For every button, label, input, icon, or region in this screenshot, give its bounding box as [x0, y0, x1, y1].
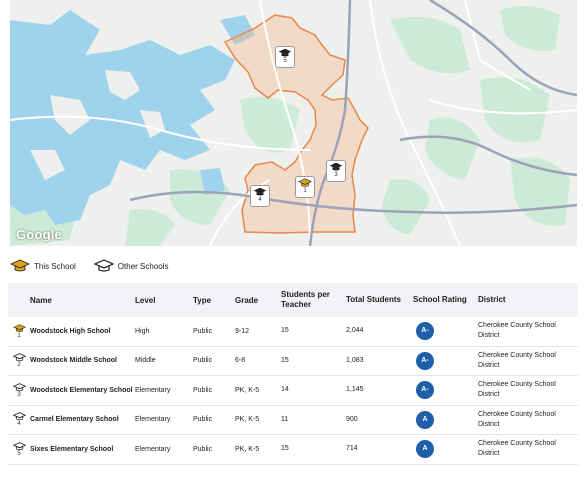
table-row[interactable]: 5 Sixes Elementary School Elementary Pub… — [8, 435, 578, 465]
school-grade: 6-8 — [235, 357, 246, 365]
school-name: Woodstock Elementary School — [30, 386, 133, 394]
map-legend: This School Other Schools — [10, 258, 187, 274]
rating-badge: A- — [416, 351, 434, 370]
total-students: 2,044 — [346, 327, 364, 335]
school-grade: PK, K-5 — [235, 386, 260, 394]
graduation-cap-icon — [12, 324, 26, 332]
header-level: Level — [135, 295, 156, 305]
students-per-teacher: 11 — [281, 415, 289, 423]
header-name: Name — [30, 295, 52, 305]
school-level: Elementary — [135, 445, 171, 453]
table-row[interactable]: 4 Carmel Elementary School Elementary Pu… — [8, 406, 578, 435]
header-school-rating: School Rating — [413, 295, 467, 304]
legend-other-schools: Other Schools — [93, 259, 169, 273]
total-students: 1,083 — [346, 356, 364, 364]
row-number: 5 — [17, 450, 21, 457]
map-marker-4[interactable]: 4 — [250, 185, 270, 207]
legend-label: Other Schools — [117, 261, 169, 271]
row-number: 3 — [17, 391, 21, 398]
school-district: Cherokee County School District — [478, 351, 556, 369]
school-type: Public — [193, 416, 213, 424]
school-level: Elementary — [135, 386, 171, 394]
school-type: Public — [193, 327, 213, 335]
rating-badge: A- — [416, 322, 434, 341]
students-per-teacher: 15 — [281, 356, 289, 364]
school-grade: PK, K-5 — [235, 416, 260, 424]
google-logo: Google — [16, 227, 62, 242]
map-marker-3[interactable]: 3 — [326, 160, 346, 182]
school-grade: PK, K-5 — [235, 445, 260, 453]
graduation-cap-icon — [93, 259, 114, 272]
table-row[interactable]: 3 Woodstock Elementary School Elementary… — [8, 376, 578, 406]
graduation-cap-icon — [329, 162, 343, 171]
total-students: 714 — [346, 445, 358, 453]
map-marker-1[interactable]: 1 — [295, 176, 315, 198]
school-level: Middle — [135, 357, 156, 365]
school-district: Cherokee County School District — [478, 322, 556, 340]
school-level: Elementary — [135, 416, 171, 424]
total-students: 1,145 — [346, 386, 364, 394]
row-number: 1 — [17, 332, 21, 339]
school-type: Public — [193, 445, 213, 453]
graduation-cap-icon — [298, 178, 312, 187]
graduation-cap-icon — [10, 259, 30, 272]
rating-badge: A — [416, 410, 434, 429]
header-type: Type — [193, 295, 212, 305]
school-type: Public — [193, 386, 213, 394]
school-district: Cherokee County School District — [478, 381, 556, 399]
graduation-cap-icon — [12, 412, 26, 421]
rating-badge: A — [416, 440, 434, 459]
header-grade: Grade — [235, 295, 259, 305]
map-marker-5[interactable]: 5 — [275, 46, 295, 68]
row-number: 4 — [17, 421, 21, 428]
row-number: 2 — [17, 362, 21, 369]
map-marker-label: 4 — [258, 197, 262, 203]
students-per-teacher: 15 — [281, 445, 289, 453]
students-per-teacher: 15 — [281, 327, 289, 335]
graduation-cap-icon — [253, 187, 267, 196]
graduation-cap-icon — [12, 353, 26, 362]
map-marker-label: 5 — [283, 58, 287, 64]
graduation-cap-icon — [12, 382, 26, 391]
students-per-teacher: 14 — [281, 386, 289, 394]
header-total-students: Total Students — [346, 295, 401, 304]
legend-this-school: This School — [10, 259, 76, 273]
table-header: Name Level Type Grade Students per Teach… — [8, 283, 578, 317]
header-district: District — [478, 295, 506, 304]
school-district: Cherokee County School District — [478, 410, 556, 428]
header-students-per-teacher: Students per Teacher — [281, 290, 330, 309]
table-row[interactable]: 2 Woodstock Middle School Middle Public … — [8, 347, 578, 376]
school-name: Woodstock High School — [30, 327, 111, 335]
school-district: Cherokee County School District — [478, 440, 556, 458]
graduation-cap-icon — [12, 441, 26, 450]
graduation-cap-icon — [278, 48, 292, 57]
school-name: Carmel Elementary School — [30, 416, 119, 424]
school-type: Public — [193, 357, 213, 365]
table-row[interactable]: 1 Woodstock High School High Public 9-12… — [8, 317, 578, 347]
school-map[interactable]: 5 3 1 4 Google — [10, 0, 577, 246]
map-marker-label: 1 — [303, 188, 307, 194]
school-level: High — [135, 327, 150, 335]
schools-table: Name Level Type Grade Students per Teach… — [8, 283, 578, 465]
rating-badge: A- — [416, 381, 434, 400]
total-students: 900 — [346, 415, 358, 423]
school-grade: 9-12 — [235, 327, 250, 335]
legend-label: This School — [34, 261, 76, 271]
school-name: Sixes Elementary School — [30, 445, 114, 453]
school-name: Woodstock Middle School — [30, 357, 117, 365]
map-canvas — [10, 0, 577, 246]
map-marker-label: 3 — [334, 172, 338, 178]
